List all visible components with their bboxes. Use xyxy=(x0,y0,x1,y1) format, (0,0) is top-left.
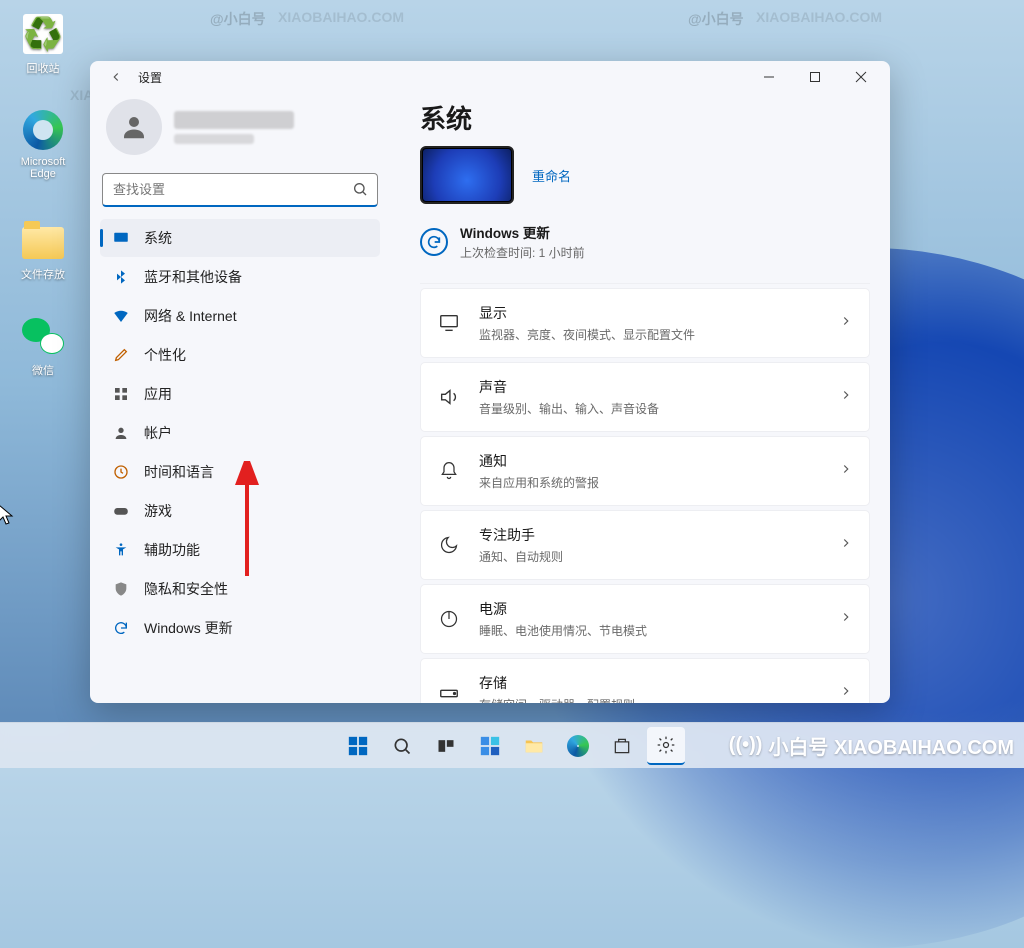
sidebar-item-label: 网络 & Internet xyxy=(144,306,237,326)
sidebar-item-label: 辅助功能 xyxy=(144,540,200,560)
clock-icon xyxy=(112,463,130,481)
windows-update-status[interactable]: Windows 更新 上次检查时间: 1 小时前 xyxy=(420,222,870,261)
desktop-icon-wechat[interactable]: 微信 xyxy=(8,314,78,378)
apps-icon xyxy=(112,385,130,403)
wifi-icon xyxy=(112,307,130,325)
chevron-right-icon xyxy=(839,536,853,555)
sidebar-item-personalization[interactable]: 个性化 xyxy=(100,336,380,374)
card-focus-assist[interactable]: 专注助手通知、自动规则 xyxy=(420,510,870,580)
settings-button[interactable] xyxy=(647,727,685,765)
profile-email xyxy=(174,134,254,144)
sidebar-item-label: Windows 更新 xyxy=(144,618,233,638)
moon-icon xyxy=(437,533,461,557)
sidebar-item-bluetooth[interactable]: 蓝牙和其他设备 xyxy=(100,258,380,296)
search-input[interactable] xyxy=(102,173,378,207)
sidebar-item-privacy[interactable]: 隐私和安全性 xyxy=(100,570,380,608)
chevron-right-icon xyxy=(839,684,853,703)
desktop-icon-label: Microsoft Edge xyxy=(8,156,78,180)
chevron-right-icon xyxy=(839,462,853,481)
desktop-icon-recycle-bin[interactable]: ♻️ 回收站 xyxy=(8,12,78,76)
window-titlebar: 设置 xyxy=(90,61,890,93)
sidebar-nav: 系统 蓝牙和其他设备 网络 & Internet 个性化 应用 xyxy=(100,219,380,647)
sidebar-item-label: 系统 xyxy=(144,228,172,248)
bell-icon xyxy=(437,459,461,483)
mouse-cursor xyxy=(0,504,16,526)
sidebar-item-label: 隐私和安全性 xyxy=(144,579,228,599)
profile-name xyxy=(174,111,294,129)
maximize-button[interactable] xyxy=(792,61,838,93)
monitor-icon xyxy=(437,311,461,335)
sidebar-item-apps[interactable]: 应用 xyxy=(100,375,380,413)
drive-icon xyxy=(437,681,461,703)
widgets-button[interactable] xyxy=(471,727,509,765)
start-button[interactable] xyxy=(339,727,377,765)
accessibility-icon xyxy=(112,541,130,559)
bluetooth-icon xyxy=(112,268,130,286)
gamepad-icon xyxy=(112,502,130,520)
sidebar-item-label: 应用 xyxy=(144,384,172,404)
back-button[interactable] xyxy=(102,63,130,91)
profile-block[interactable] xyxy=(100,93,380,173)
desktop-icon-folder[interactable]: 文件存放 xyxy=(8,218,78,282)
sidebar-item-accounts[interactable]: 帐户 xyxy=(100,414,380,452)
search-icon xyxy=(352,181,368,202)
taskbar-search-button[interactable] xyxy=(383,727,421,765)
card-display[interactable]: 显示监视器、亮度、夜间模式、显示配置文件 xyxy=(420,288,870,358)
settings-window: 设置 xyxy=(90,61,890,703)
main-pane: 系统 重命名 Windows 更新 上次检查时间: 1 小时前 显示监视器、亮度… xyxy=(390,93,890,703)
card-storage[interactable]: 存储存储空间、驱动器、配置规则 xyxy=(420,658,870,703)
update-desc: 上次检查时间: 1 小时前 xyxy=(460,244,585,261)
shield-icon xyxy=(112,580,130,598)
sidebar-item-system[interactable]: 系统 xyxy=(100,219,380,257)
sidebar-item-accessibility[interactable]: 辅助功能 xyxy=(100,531,380,569)
sidebar: 系统 蓝牙和其他设备 网络 & Internet 个性化 应用 xyxy=(90,93,390,703)
power-icon xyxy=(437,607,461,631)
sidebar-item-gaming[interactable]: 游戏 xyxy=(100,492,380,530)
update-icon xyxy=(112,619,130,637)
edge-icon xyxy=(23,110,63,150)
update-refresh-icon xyxy=(420,228,448,256)
task-view-button[interactable] xyxy=(427,727,465,765)
avatar xyxy=(106,99,162,155)
sidebar-item-time-language[interactable]: 时间和语言 xyxy=(100,453,380,491)
device-thumbnail[interactable] xyxy=(420,146,514,204)
sidebar-item-label: 蓝牙和其他设备 xyxy=(144,267,242,287)
update-title: Windows 更新 xyxy=(460,222,585,242)
sidebar-item-label: 游戏 xyxy=(144,501,172,521)
folder-icon xyxy=(22,227,64,259)
minimize-button[interactable] xyxy=(746,61,792,93)
window-title: 设置 xyxy=(138,69,162,86)
wechat-icon xyxy=(22,318,64,354)
sidebar-item-label: 帐户 xyxy=(144,423,172,443)
desktop-icon-edge[interactable]: Microsoft Edge xyxy=(8,108,78,180)
card-sound[interactable]: 声音音量级别、输出、输入、声音设备 xyxy=(420,362,870,432)
sidebar-item-label: 时间和语言 xyxy=(144,462,214,482)
edge-button[interactable] xyxy=(559,727,597,765)
chevron-right-icon xyxy=(839,388,853,407)
person-icon xyxy=(112,424,130,442)
chevron-right-icon xyxy=(839,314,853,333)
sidebar-item-network[interactable]: 网络 & Internet xyxy=(100,297,380,335)
desktop-icon-label: 回收站 xyxy=(8,60,78,76)
watermark-corner: ((•))小白号 XIAOBAIHAO.COM xyxy=(729,731,1014,760)
page-title: 系统 xyxy=(420,99,870,136)
close-button[interactable] xyxy=(838,61,884,93)
rename-link[interactable]: 重命名 xyxy=(532,166,571,185)
desktop-icon-label: 微信 xyxy=(8,362,78,378)
display-icon xyxy=(112,229,130,247)
chevron-right-icon xyxy=(839,610,853,629)
speaker-icon xyxy=(437,385,461,409)
sidebar-item-label: 个性化 xyxy=(144,345,186,365)
desktop-icon-label: 文件存放 xyxy=(8,266,78,282)
recycle-bin-icon: ♻️ xyxy=(23,14,63,54)
card-power[interactable]: 电源睡眠、电池使用情况、节电模式 xyxy=(420,584,870,654)
file-explorer-button[interactable] xyxy=(515,727,553,765)
card-notifications[interactable]: 通知来自应用和系统的警报 xyxy=(420,436,870,506)
store-button[interactable] xyxy=(603,727,641,765)
brush-icon xyxy=(112,346,130,364)
sidebar-item-windows-update[interactable]: Windows 更新 xyxy=(100,609,380,647)
